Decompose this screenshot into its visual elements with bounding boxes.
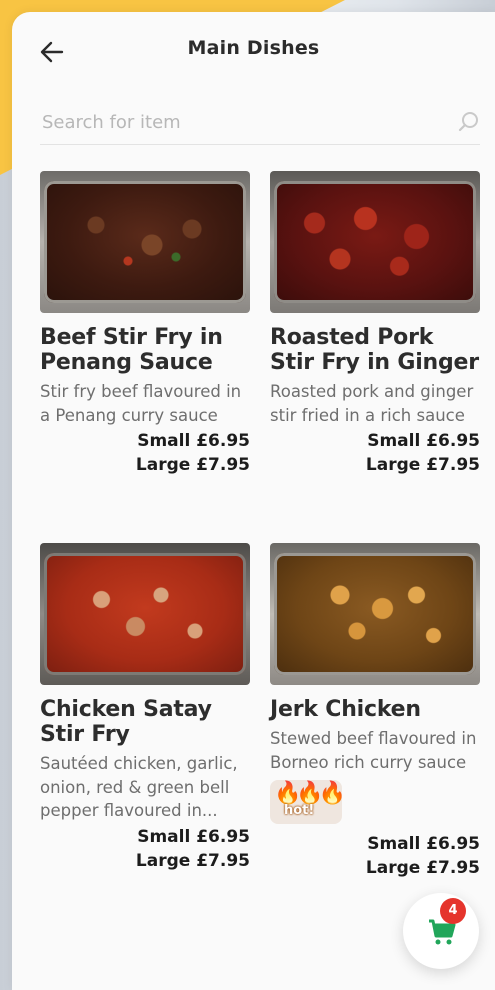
price-large: Large £7.95 (135, 850, 250, 871)
menu-panel: Main Dishes Beef Stir Fry in Penang Sauc… (12, 12, 495, 990)
dish-name: Jerk Chicken (270, 697, 421, 722)
dish-description: Sautéed chicken, garlic, onion, red & gr… (40, 754, 238, 820)
cart-button[interactable]: 4 (403, 893, 479, 969)
chicken-satay-image (40, 543, 250, 685)
jerk-chicken-image (270, 543, 480, 685)
dish-name: Beef Stir Fry in Penang Sauce (40, 325, 223, 375)
dish-prices: Small £6.95 Large £7.95 (270, 832, 480, 880)
roasted-pork-image (270, 171, 480, 313)
price-small: Small £6.95 (137, 826, 250, 847)
page-title: Main Dishes (187, 37, 320, 59)
price-large: Large £7.95 (365, 858, 480, 878)
dish-prices: Small £6.95 Large £7.95 (40, 825, 250, 873)
dish-name: Chicken Satay Stir Fry (40, 697, 212, 747)
hot-badge: 🔥🔥🔥 hot! (270, 780, 342, 824)
dish-description: Stir fry beef flavoured in a Penang curr… (40, 382, 242, 425)
dish-prices: Small £6.95 Large £7.95 (270, 429, 480, 477)
beef-stir-fry-image (40, 171, 250, 313)
dish-card[interactable]: Roasted Pork Stir Fry in Ginger Roasted … (270, 171, 480, 477)
cart-count-badge: 4 (440, 898, 466, 924)
dish-description: Stewed beef flavoured in Borneo rich cur… (270, 729, 477, 772)
header: Main Dishes (12, 12, 495, 88)
search-icon[interactable] (458, 111, 480, 133)
dish-card[interactable]: Beef Stir Fry in Penang Sauce Stir fry b… (40, 171, 250, 477)
price-large: Large £7.95 (135, 455, 250, 475)
price-small: Small £6.95 (367, 834, 480, 854)
search-input[interactable] (40, 106, 444, 138)
dish-name: Roasted Pork Stir Fry in Ginger (270, 325, 479, 375)
hot-badge-label: hot! (284, 803, 315, 818)
price-large: Large £7.95 (365, 455, 480, 475)
dish-description: Roasted pork and ginger stir fried in a … (270, 382, 474, 425)
price-small: Small £6.95 (137, 431, 250, 451)
price-small: Small £6.95 (367, 431, 480, 451)
dish-card[interactable]: Chicken Satay Stir Fry Sautéed chicken, … (40, 543, 250, 873)
dish-prices: Small £6.95 Large £7.95 (40, 429, 250, 477)
search-bar (40, 102, 480, 145)
dish-card[interactable]: Jerk Chicken Stewed beef flavoured in Bo… (270, 543, 480, 880)
